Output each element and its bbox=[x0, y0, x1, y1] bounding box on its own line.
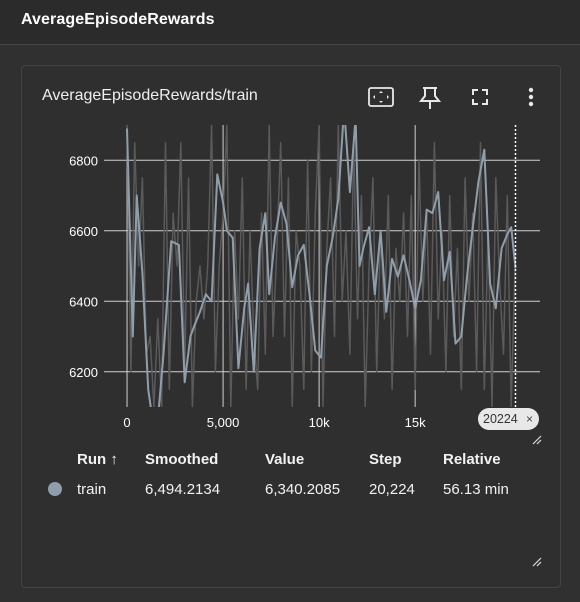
row-run: train bbox=[77, 481, 107, 498]
y-tick-label: 6200 bbox=[69, 365, 98, 380]
fullscreen-icon bbox=[472, 89, 488, 105]
pin-button[interactable] bbox=[415, 82, 445, 112]
y-tick-label: 6800 bbox=[69, 153, 98, 168]
step-tag: 20224 × bbox=[478, 408, 539, 430]
col-header-value[interactable]: Value bbox=[265, 451, 304, 468]
pin-icon bbox=[418, 87, 442, 109]
chart-title: AverageEpisodeRewards/train bbox=[42, 87, 258, 104]
step-tag-label: 20224 bbox=[483, 412, 518, 426]
raw-series-line bbox=[126, 125, 517, 407]
x-tick-label: 10k bbox=[309, 415, 330, 430]
line-chart: 6200 6400 6600 6800 0 5,000 10k 15k bbox=[69, 125, 540, 430]
table-resize-handle[interactable] bbox=[532, 557, 542, 567]
page-title: AverageEpisodeRewards bbox=[21, 11, 215, 28]
chart-resize-handle[interactable] bbox=[532, 435, 542, 445]
row-value: 6,340.2085 bbox=[265, 481, 341, 498]
row-step: 20,224 bbox=[369, 481, 415, 498]
x-tick-label: 5,000 bbox=[207, 415, 240, 430]
fullscreen-button[interactable] bbox=[465, 82, 495, 112]
row-relative: 56.13 min bbox=[443, 481, 509, 498]
y-tick-label: 6400 bbox=[69, 294, 98, 309]
row-smoothed: 6,494.2134 bbox=[145, 481, 221, 498]
chart-card: 6200 6400 6600 6800 0 5,000 10k 15k AverageEpis… bbox=[21, 65, 561, 588]
col-header-smoothed[interactable]: Smoothed bbox=[145, 451, 218, 468]
more-vert-icon bbox=[528, 87, 534, 107]
col-header-relative[interactable]: Relative bbox=[443, 451, 501, 468]
col-header-run[interactable]: Run ↑ bbox=[77, 451, 118, 468]
y-tick-label: 6600 bbox=[69, 224, 98, 239]
col-header-step[interactable]: Step bbox=[369, 451, 402, 468]
x-tick-label: 0 bbox=[123, 415, 130, 430]
fit-domain-button[interactable] bbox=[366, 82, 396, 112]
page-header: AverageEpisodeRewards bbox=[0, 0, 580, 45]
fit-domain-icon bbox=[368, 87, 394, 107]
run-color-swatch bbox=[48, 482, 62, 496]
more-options-button[interactable] bbox=[516, 82, 546, 112]
x-tick-label: 15k bbox=[405, 415, 426, 430]
close-tag-icon[interactable]: × bbox=[526, 408, 533, 430]
